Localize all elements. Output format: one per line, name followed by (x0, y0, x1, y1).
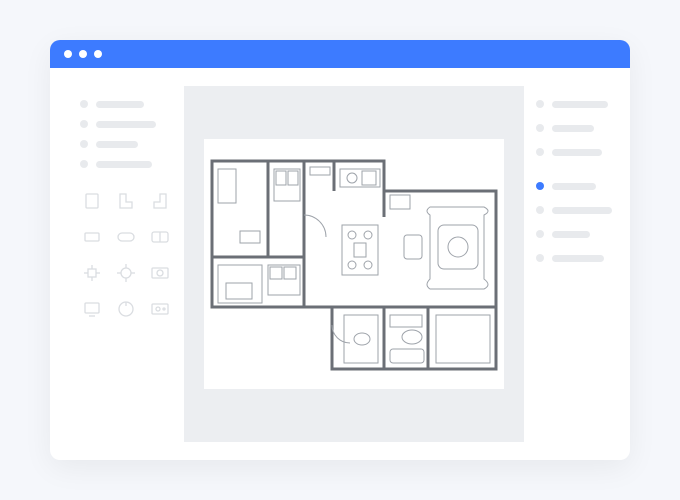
property-label (552, 255, 604, 262)
property-group-1 (536, 100, 612, 156)
property-indicator (536, 148, 544, 156)
property-label (552, 149, 602, 156)
window-control-minimize[interactable] (79, 50, 87, 58)
shape-library (80, 190, 172, 320)
property-item[interactable] (536, 230, 612, 238)
app-window (50, 40, 630, 460)
property-indicator (536, 124, 544, 132)
content-area (50, 68, 630, 460)
property-item[interactable] (536, 148, 612, 156)
layer-item[interactable] (80, 160, 172, 168)
property-label (552, 183, 596, 190)
window-control-maximize[interactable] (94, 50, 102, 58)
shape-table-chairs[interactable] (80, 262, 104, 284)
property-item[interactable] (536, 182, 612, 190)
property-item[interactable] (536, 206, 612, 214)
property-item[interactable] (536, 254, 612, 262)
canvas-area[interactable] (184, 86, 524, 442)
shape-l-mirror[interactable] (148, 190, 172, 212)
shape-round-table[interactable] (114, 262, 138, 284)
layer-item[interactable] (80, 100, 172, 108)
layer-item[interactable] (80, 120, 172, 128)
shape-sink[interactable] (148, 298, 172, 320)
left-panel (68, 86, 184, 442)
layer-list (80, 100, 172, 168)
property-indicator (536, 230, 544, 238)
shape-monitor[interactable] (80, 298, 104, 320)
layer-visibility-dot[interactable] (80, 160, 88, 168)
property-label (552, 125, 594, 132)
right-panel (524, 86, 624, 442)
layer-visibility-dot[interactable] (80, 120, 88, 128)
layer-label (96, 161, 152, 168)
property-indicator-active (536, 182, 544, 190)
property-indicator (536, 254, 544, 262)
property-item[interactable] (536, 124, 612, 132)
shape-l[interactable] (114, 190, 138, 212)
property-group-2 (536, 182, 612, 262)
property-item[interactable] (536, 100, 612, 108)
property-label (552, 231, 590, 238)
property-label (552, 101, 608, 108)
shape-pill[interactable] (114, 226, 138, 248)
layer-label (96, 101, 144, 108)
title-bar (50, 40, 630, 68)
layer-label (96, 141, 138, 148)
property-indicator (536, 206, 544, 214)
window-control-close[interactable] (64, 50, 72, 58)
floorplan-svg (204, 139, 504, 389)
layer-item[interactable] (80, 140, 172, 148)
property-label (552, 207, 612, 214)
shape-square[interactable] (80, 190, 104, 212)
property-indicator (536, 100, 544, 108)
shape-rect[interactable] (80, 226, 104, 248)
shape-microwave[interactable] (148, 262, 172, 284)
layer-visibility-dot[interactable] (80, 140, 88, 148)
shape-rounded-rect[interactable] (148, 226, 172, 248)
layer-label (96, 121, 156, 128)
floorplan-document[interactable] (204, 139, 504, 389)
shape-dial[interactable] (114, 298, 138, 320)
layer-visibility-dot[interactable] (80, 100, 88, 108)
